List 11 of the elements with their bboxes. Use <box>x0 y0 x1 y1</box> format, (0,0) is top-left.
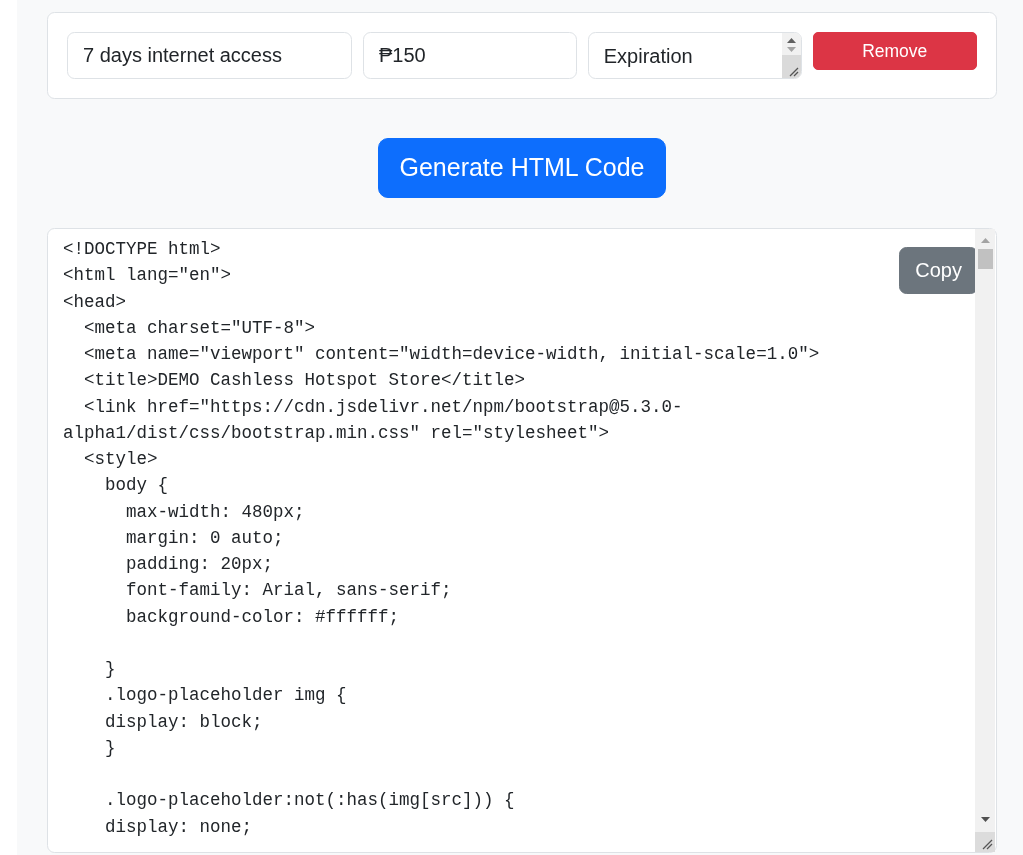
copy-button[interactable]: Copy <box>899 246 978 294</box>
scrollbar-thumb[interactable] <box>781 55 801 65</box>
text-input-field[interactable]: 7 days internet access <box>67 32 352 79</box>
text-input-field[interactable]: ₱150 <box>363 32 577 79</box>
scrollbar-thumb[interactable] <box>977 248 993 269</box>
text-area-field[interactable]: Expiration <box>587 32 802 79</box>
up-arrow-icon[interactable] <box>786 38 796 43</box>
resize-grip-icon[interactable] <box>975 831 995 852</box>
down-arrow-icon[interactable] <box>980 816 990 822</box>
remove-button[interactable]: Remove <box>812 32 977 71</box>
generate-html-button[interactable]: Generate HTML Code <box>378 138 666 198</box>
